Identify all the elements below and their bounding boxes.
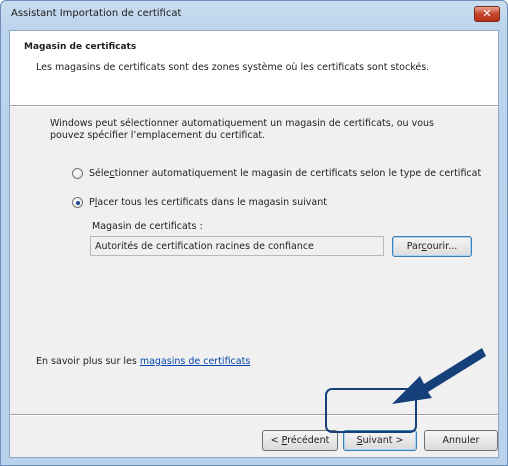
header-panel: Magasin de certificats Les magasins de c…: [10, 31, 498, 105]
radio-place-all[interactable]: Placer tous les certificats dans le maga…: [72, 197, 327, 208]
next-button[interactable]: Suivant >: [343, 430, 417, 451]
radio-auto-label: Sélectionner automatiquement le magasin …: [89, 168, 482, 179]
page-description: Les magasins de certificats sont des zon…: [36, 62, 430, 73]
title-bar: Assistant Importation de certificat ✕: [1, 1, 507, 27]
radio-place-all-label: Placer tous les certificats dans le maga…: [89, 197, 327, 208]
close-icon: ✕: [482, 7, 492, 20]
close-button[interactable]: ✕: [474, 6, 500, 22]
radio-place-all-indicator[interactable]: [72, 197, 83, 208]
arrow-pointer-icon: [392, 348, 486, 404]
cancel-button[interactable]: Annuler: [424, 430, 498, 451]
radio-auto-indicator[interactable]: [72, 168, 83, 179]
page-title: Magasin de certificats: [24, 42, 137, 52]
intro-line-1: Windows peut sélectionner automatiquemen…: [50, 118, 434, 129]
store-label: Magasin de certificats :: [92, 221, 203, 232]
intro-text: Windows peut sélectionner automatiquemen…: [50, 118, 480, 142]
footer-divider: [10, 414, 498, 416]
back-button[interactable]: < Précédent: [262, 430, 338, 451]
learn-more-prefix: En savoir plus sur les: [36, 356, 140, 367]
window-title: Assistant Importation de certificat: [11, 8, 182, 19]
learn-more-text: En savoir plus sur les magasins de certi…: [36, 356, 250, 367]
header-divider: [10, 105, 498, 107]
browse-button[interactable]: Parcourir...: [392, 236, 472, 257]
intro-line-2: pouvez spécifier l’emplacement du certif…: [50, 130, 266, 141]
learn-more-link[interactable]: magasins de certificats: [140, 356, 250, 367]
store-field: Autorités de certification racines de co…: [90, 236, 384, 256]
radio-auto-select[interactable]: Sélectionner automatiquement le magasin …: [72, 168, 481, 179]
